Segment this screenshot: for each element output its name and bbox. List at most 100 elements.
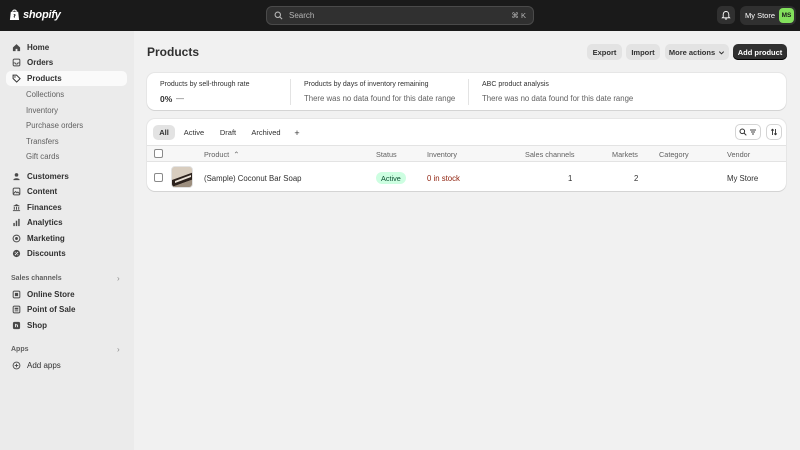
shopify-logo[interactable]: shopify bbox=[9, 8, 61, 21]
sidebar-item-online-store[interactable]: Online Store bbox=[6, 287, 127, 302]
avatar: MS bbox=[779, 8, 794, 23]
search-filter-button[interactable] bbox=[735, 124, 761, 140]
discount-icon bbox=[12, 249, 21, 258]
sidebar-item-label: Products bbox=[27, 74, 62, 83]
metric-title-days-inventory[interactable]: Products by days of inventory remaining bbox=[304, 81, 429, 88]
bell-icon bbox=[721, 11, 731, 20]
sidebar-item-shop[interactable]: Shop bbox=[6, 318, 127, 333]
column-header-product[interactable]: Product ⌃ bbox=[204, 150, 239, 159]
sidebar-item-content[interactable]: Content bbox=[6, 184, 127, 199]
chevron-down-icon bbox=[719, 50, 725, 54]
notifications-button[interactable] bbox=[717, 6, 735, 24]
bank-icon bbox=[12, 204, 21, 212]
sidebar-item-label: Shop bbox=[27, 321, 47, 330]
column-header-inventory: Inventory bbox=[427, 150, 458, 159]
tag-icon bbox=[12, 74, 21, 83]
sidebar-item-label: Content bbox=[27, 187, 58, 196]
filter-icon bbox=[750, 129, 756, 135]
sidebar-subitem-collections[interactable]: Collections bbox=[26, 90, 64, 99]
metric-title-sell-through[interactable]: Products by sell-through rate bbox=[160, 81, 250, 88]
row-checkbox[interactable] bbox=[154, 173, 163, 182]
sidebar-item-home[interactable]: Home bbox=[6, 40, 127, 55]
sidebar-item-label: Point of Sale bbox=[27, 305, 76, 314]
markets-count: 2 bbox=[634, 174, 639, 183]
sidebar-item-label: Discounts bbox=[27, 249, 66, 258]
product-thumbnail[interactable] bbox=[171, 166, 193, 188]
analytics-card bbox=[147, 73, 786, 110]
select-all-checkbox[interactable] bbox=[154, 149, 163, 158]
pos-icon bbox=[12, 305, 21, 314]
metric-no-data: There was no data found for this date ra… bbox=[304, 94, 456, 103]
add-view-button[interactable]: + bbox=[290, 125, 304, 140]
sort-ascending-icon: ⌃ bbox=[233, 150, 240, 159]
chevron-right-icon[interactable]: › bbox=[117, 274, 120, 283]
sidebar-item-analytics[interactable]: Analytics bbox=[6, 215, 127, 230]
sidebar-item-label: Customers bbox=[27, 172, 69, 181]
person-icon bbox=[13, 173, 20, 181]
sidebar-subitem-purchase-orders[interactable]: Purchase orders bbox=[26, 121, 83, 130]
column-header-vendor: Vendor bbox=[727, 150, 751, 159]
chevron-right-icon[interactable]: › bbox=[117, 345, 120, 354]
import-button[interactable]: Import bbox=[626, 44, 660, 60]
search-icon bbox=[739, 128, 747, 136]
sort-icon bbox=[770, 128, 778, 136]
sort-button[interactable] bbox=[766, 124, 782, 140]
table-header bbox=[147, 145, 786, 162]
sidebar-item-label: Orders bbox=[27, 58, 54, 67]
column-header-category: Category bbox=[659, 150, 689, 159]
sales-channels-count: 1 bbox=[568, 174, 573, 183]
orders-icon bbox=[12, 58, 21, 67]
tab-all[interactable]: All bbox=[153, 125, 175, 140]
more-actions-button[interactable]: More actions bbox=[665, 44, 729, 60]
metric-title-abc-analysis[interactable]: ABC product analysis bbox=[482, 81, 549, 88]
sidebar-item-add-apps[interactable]: Add apps bbox=[6, 358, 127, 373]
vendor-value: My Store bbox=[727, 174, 759, 183]
sidebar-item-label: Online Store bbox=[27, 290, 75, 299]
search-placeholder: Search bbox=[289, 11, 315, 20]
more-actions-label: More actions bbox=[668, 47, 716, 57]
sidebar-item-label: Finances bbox=[27, 203, 62, 212]
metric-trend: — bbox=[176, 94, 184, 103]
column-header-status: Status bbox=[376, 150, 397, 159]
metric-divider bbox=[468, 79, 469, 105]
analytics-icon bbox=[13, 218, 20, 227]
home-icon bbox=[12, 44, 21, 52]
sidebar-item-label: Add apps bbox=[27, 361, 61, 370]
store-menu-button[interactable]: My Store MS bbox=[740, 6, 796, 25]
inventory-count: 0 in stock bbox=[427, 174, 460, 183]
plus-circle-icon bbox=[12, 361, 21, 370]
shopify-bag-icon bbox=[9, 9, 20, 20]
logo-text: shopify bbox=[23, 8, 61, 21]
target-icon bbox=[12, 234, 21, 243]
apps-heading[interactable]: Apps bbox=[11, 346, 29, 353]
store-name: My Store bbox=[745, 11, 776, 20]
export-button[interactable]: Export bbox=[587, 44, 622, 60]
sidebar-item-finances[interactable]: Finances bbox=[6, 200, 127, 215]
add-product-button[interactable]: Add product bbox=[733, 44, 787, 60]
sidebar-item-discounts[interactable]: Discounts bbox=[6, 246, 127, 261]
sidebar-item-marketing[interactable]: Marketing bbox=[6, 231, 127, 246]
column-header-sales-channels: Sales channels bbox=[525, 150, 575, 159]
sidebar-item-customers[interactable]: Customers bbox=[6, 169, 127, 184]
sidebar-subitem-inventory[interactable]: Inventory bbox=[26, 106, 58, 115]
shop-icon bbox=[12, 321, 21, 330]
metric-value-sell-through: 0% bbox=[160, 94, 173, 104]
sidebar-item-orders[interactable]: Orders bbox=[6, 55, 127, 70]
content-icon bbox=[12, 187, 21, 196]
sidebar-subitem-transfers[interactable]: Transfers bbox=[26, 137, 59, 146]
tab-active[interactable]: Active bbox=[180, 125, 208, 140]
tab-archived[interactable]: Archived bbox=[248, 125, 284, 140]
sales-channels-heading[interactable]: Sales channels bbox=[11, 275, 62, 282]
tab-draft[interactable]: Draft bbox=[215, 125, 241, 140]
search-bar[interactable]: Search ⌘ K bbox=[266, 6, 534, 25]
search-icon bbox=[274, 11, 283, 20]
page-title: Products bbox=[147, 45, 200, 59]
sidebar-item-point-of-sale[interactable]: Point of Sale bbox=[6, 302, 127, 317]
column-header-label: Product bbox=[204, 150, 230, 159]
product-name-link[interactable]: (Sample) Coconut Bar Soap bbox=[204, 174, 302, 183]
sidebar-item-products[interactable]: Products bbox=[6, 71, 127, 86]
store-icon bbox=[12, 290, 21, 299]
status-badge: Active bbox=[376, 172, 406, 184]
sidebar-subitem-gift-cards[interactable]: Gift cards bbox=[26, 152, 59, 161]
sidebar-item-label: Analytics bbox=[27, 218, 63, 227]
